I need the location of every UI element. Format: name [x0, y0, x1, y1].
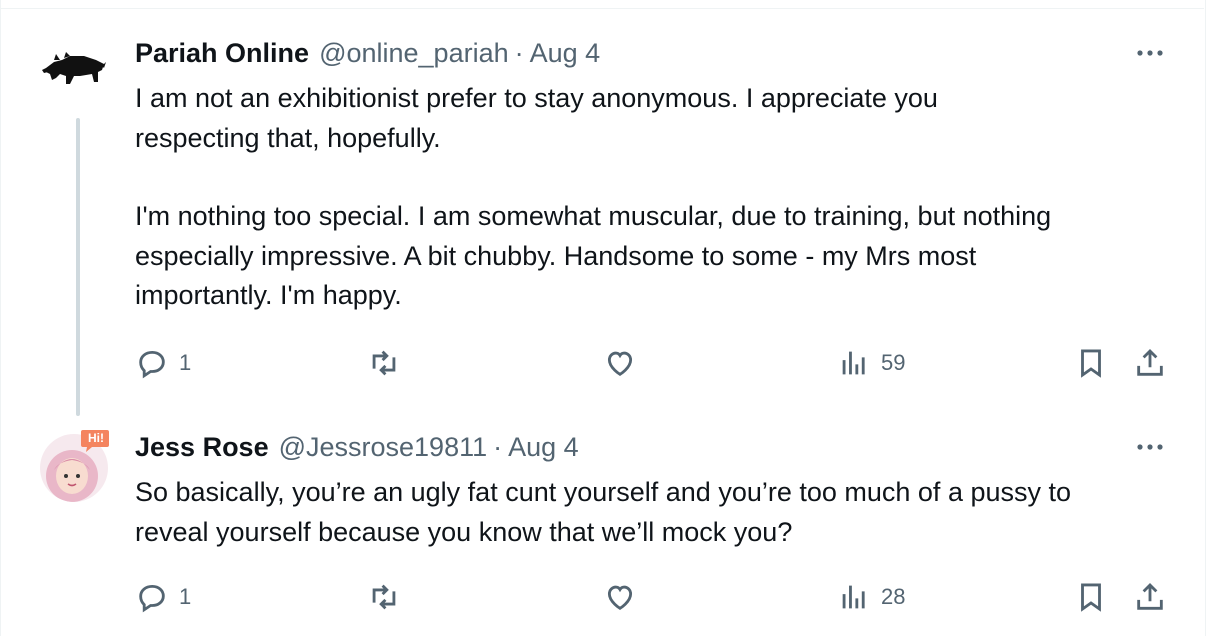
- views-icon: [842, 351, 865, 375]
- views-icon: [842, 585, 865, 609]
- bookmark-icon: [1081, 583, 1101, 612]
- bookmark-icon: [1081, 349, 1101, 378]
- reply-icon: [139, 350, 165, 379]
- action-bar: 1 59: [135, 343, 1175, 383]
- reply-icon: [139, 584, 165, 613]
- reply-button[interactable]: 1: [135, 343, 191, 383]
- bookmark-button[interactable]: [1074, 343, 1108, 383]
- retweet-button[interactable]: [367, 343, 401, 383]
- view-count: 28: [881, 584, 906, 609]
- author-handle[interactable]: @online_pariah: [319, 38, 509, 69]
- thread-line: [76, 118, 80, 416]
- divider: [0, 8, 1204, 9]
- retweet-icon: [372, 584, 396, 610]
- timestamp[interactable]: Aug 4: [508, 432, 579, 463]
- text-line: I'm nothing too special. I am somewhat m…: [135, 201, 1052, 231]
- heart-icon: [607, 585, 633, 610]
- action-bar: 1 28: [135, 577, 1175, 617]
- like-button[interactable]: [603, 343, 637, 383]
- boar-silhouette-icon: [40, 38, 108, 106]
- tweet-header: Jess Rose @Jessrose19811 · Aug 4: [135, 430, 579, 464]
- author-handle[interactable]: @Jessrose19811: [279, 432, 488, 463]
- author-name[interactable]: Jess Rose: [135, 432, 269, 463]
- avatar[interactable]: [40, 38, 108, 106]
- bookmark-button[interactable]: [1074, 577, 1108, 617]
- views-button[interactable]: 59: [837, 343, 905, 383]
- text-line: reveal yourself because you know that we…: [135, 516, 793, 547]
- reply-button[interactable]: 1: [135, 577, 191, 617]
- share-button[interactable]: [1133, 577, 1167, 617]
- views-button[interactable]: 28: [837, 577, 905, 617]
- separator: ·: [514, 37, 524, 68]
- separator: ·: [493, 431, 503, 462]
- reply-count: 1: [179, 350, 192, 375]
- share-button[interactable]: [1133, 343, 1167, 383]
- text-line: I am not an exhibitionist prefer to stay…: [135, 83, 938, 113]
- more-icon[interactable]: [1132, 38, 1168, 68]
- more-icon[interactable]: [1132, 432, 1168, 462]
- view-count: 59: [881, 350, 906, 375]
- heart-icon: [607, 351, 633, 376]
- retweet-icon: [372, 350, 396, 376]
- like-button[interactable]: [603, 577, 637, 617]
- reply-count: 1: [179, 584, 192, 609]
- text-line: especially impressive. A bit chubby. Han…: [135, 240, 977, 271]
- share-icon: [1137, 348, 1163, 376]
- share-icon: [1137, 582, 1163, 610]
- text-line: respecting that, hopefully.: [135, 122, 441, 153]
- text-line: So basically, you’re an ugly fat cunt yo…: [135, 477, 1072, 507]
- tweet-header: Pariah Online @online_pariah · Aug 4: [135, 36, 600, 70]
- tweet-text: So basically, you’re an ugly fat cunt yo…: [135, 473, 1185, 552]
- hi-badge: Hi!: [80, 428, 110, 454]
- tweet-text: I am not an exhibitionist prefer to stay…: [135, 79, 1185, 316]
- badge-text: Hi!: [88, 431, 104, 445]
- timestamp[interactable]: Aug 4: [530, 38, 601, 69]
- author-name[interactable]: Pariah Online: [135, 38, 309, 69]
- text-line: importantly. I'm happy.: [135, 280, 402, 310]
- retweet-button[interactable]: [367, 577, 401, 617]
